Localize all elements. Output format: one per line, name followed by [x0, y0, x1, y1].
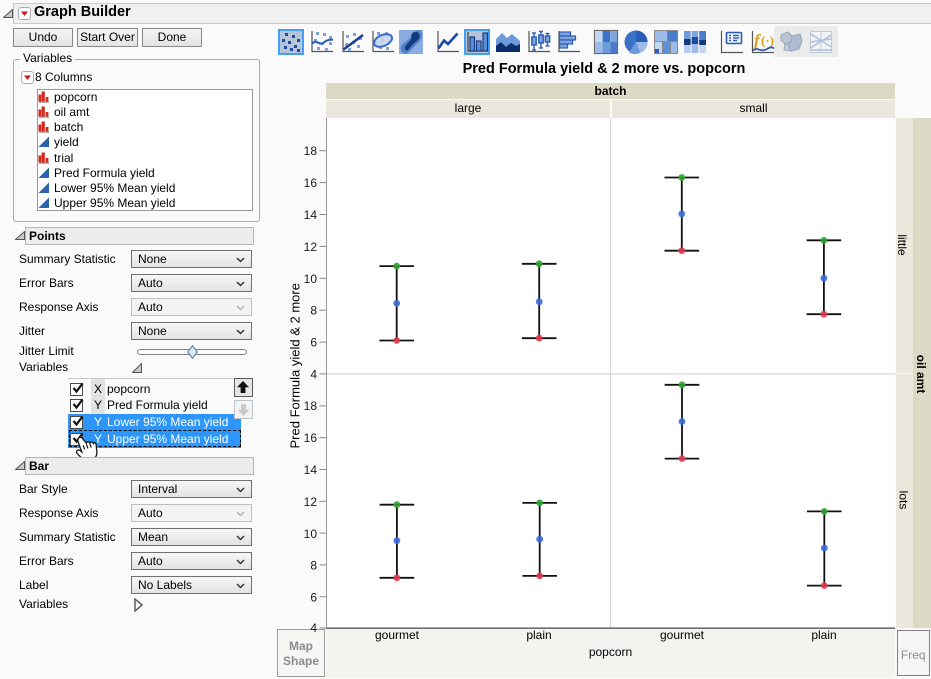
svg-text:14: 14 — [304, 463, 318, 477]
svg-text:4: 4 — [310, 621, 317, 635]
svg-text:12: 12 — [304, 495, 318, 509]
svg-text:14: 14 — [304, 208, 318, 222]
svg-text:6: 6 — [310, 590, 317, 604]
svg-text:10: 10 — [304, 272, 318, 286]
svg-text:12: 12 — [304, 240, 318, 254]
svg-text:16: 16 — [304, 176, 318, 190]
svg-text:16: 16 — [304, 431, 318, 445]
svg-text:10: 10 — [304, 527, 318, 541]
svg-text:(·): (·) — [761, 33, 774, 48]
svg-text:8: 8 — [310, 303, 317, 317]
svg-text:18: 18 — [304, 399, 318, 413]
svg-text:18: 18 — [304, 144, 318, 158]
svg-text:6: 6 — [310, 335, 317, 349]
svg-text:4: 4 — [310, 367, 317, 381]
svg-text:8: 8 — [310, 558, 317, 572]
